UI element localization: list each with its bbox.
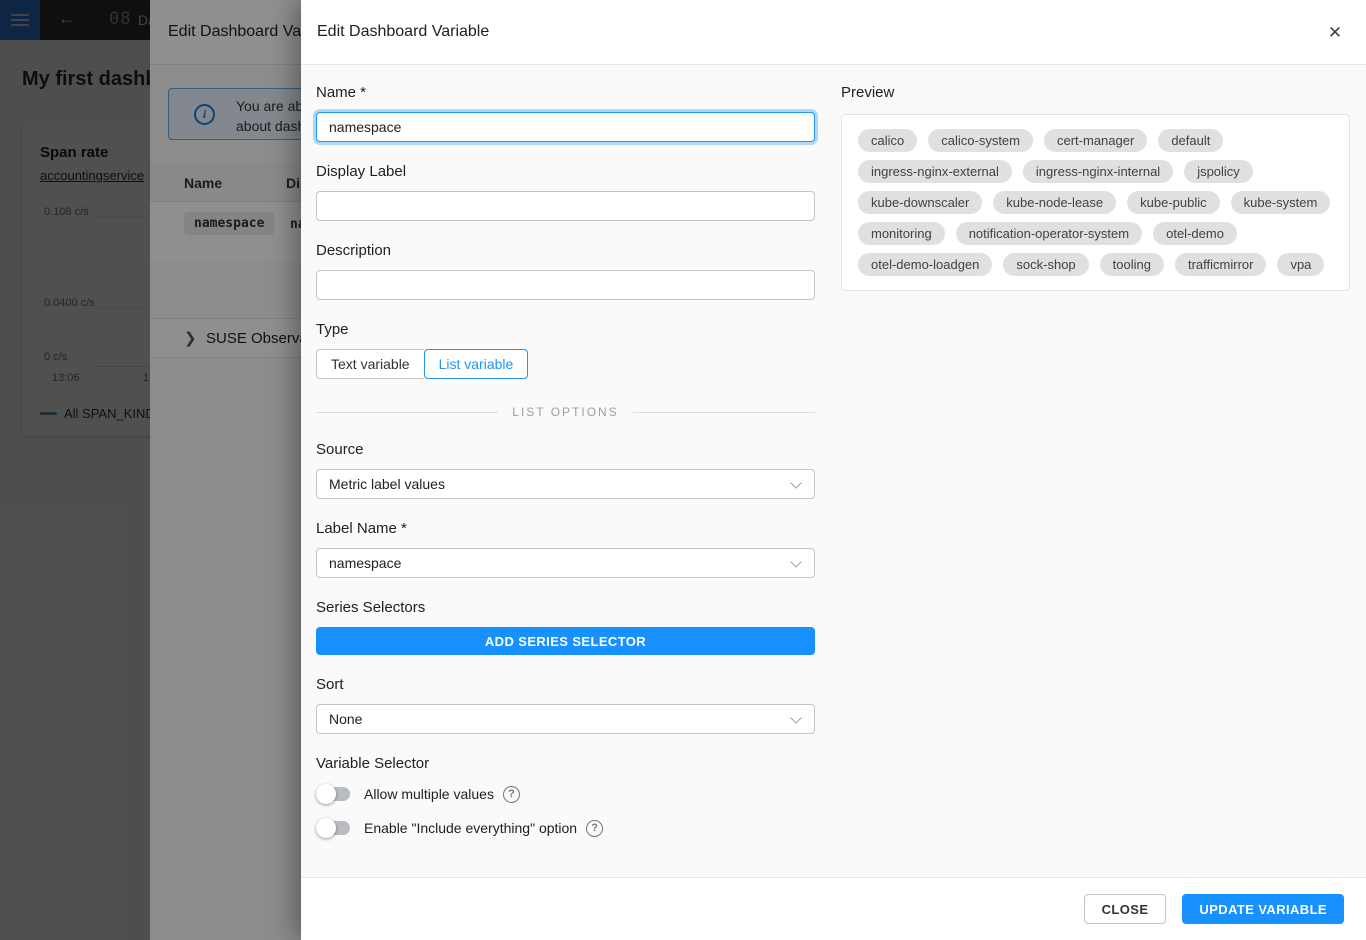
list-options-divider: LIST OPTIONS <box>316 405 815 419</box>
close-icon[interactable]: ✕ <box>1322 20 1348 46</box>
description-input[interactable] <box>316 270 815 300</box>
preview-chip: otel-demo <box>1153 222 1237 245</box>
sort-select[interactable]: None <box>316 704 815 734</box>
update-variable-button[interactable]: UPDATE VARIABLE <box>1182 894 1344 924</box>
label-name-value: namespace <box>329 555 401 571</box>
label-name-select[interactable]: namespace <box>316 548 815 578</box>
variable-form: Name * Display Label Description Type Te… <box>301 65 816 877</box>
edit-variable-modal: Edit Dashboard Variable ✕ Name * Display… <box>301 0 1366 940</box>
sort-label: Sort <box>316 676 816 693</box>
allow-multiple-values-row: Allow multiple values ? <box>316 783 816 805</box>
allow-multiple-values-label: Allow multiple values <box>364 786 494 802</box>
help-icon[interactable]: ? <box>503 786 520 803</box>
modal-footer: CLOSE UPDATE VARIABLE <box>301 877 1366 940</box>
preview-section: Preview calico calico-system cert-manage… <box>816 65 1366 877</box>
preview-card: calico calico-system cert-manager defaul… <box>841 114 1350 291</box>
enable-include-everything-toggle[interactable] <box>316 818 350 838</box>
source-label: Source <box>316 441 816 458</box>
preview-chip: kube-downscaler <box>858 191 982 214</box>
description-label: Description <box>316 242 816 259</box>
preview-chip: calico-system <box>928 129 1033 152</box>
preview-chip: default <box>1158 129 1223 152</box>
preview-chip: trafficmirror <box>1175 253 1266 276</box>
preview-chip: jspolicy <box>1184 160 1253 183</box>
text-variable-button[interactable]: Text variable <box>316 349 424 379</box>
preview-chip: sock-shop <box>1003 253 1088 276</box>
enable-include-everything-row: Enable "Include everything" option ? <box>316 817 816 839</box>
modal-title: Edit Dashboard Variable <box>317 23 489 41</box>
chevron-down-icon <box>790 477 801 488</box>
type-label: Type <box>316 321 816 338</box>
label-name-label: Label Name * <box>316 520 816 537</box>
modal-header: Edit Dashboard Variable ✕ <box>301 0 1366 65</box>
name-input[interactable] <box>316 112 815 142</box>
preview-chip: otel-demo-loadgen <box>858 253 992 276</box>
preview-chip: monitoring <box>858 222 945 245</box>
preview-chip: kube-system <box>1231 191 1331 214</box>
type-toggle-group: Text variable List variable <box>316 349 816 379</box>
preview-chip: notification-operator-system <box>956 222 1142 245</box>
preview-chip: vpa <box>1277 253 1324 276</box>
series-selectors-label: Series Selectors <box>316 599 816 616</box>
name-label: Name * <box>316 84 816 101</box>
help-icon[interactable]: ? <box>586 820 603 837</box>
preview-chip: ingress-nginx-external <box>858 160 1012 183</box>
chevron-down-icon <box>790 712 801 723</box>
list-variable-button[interactable]: List variable <box>424 349 529 379</box>
preview-chip: cert-manager <box>1044 129 1147 152</box>
preview-label: Preview <box>841 84 1350 101</box>
preview-chip: kube-node-lease <box>993 191 1116 214</box>
source-value: Metric label values <box>329 476 445 492</box>
allow-multiple-values-toggle[interactable] <box>316 784 350 804</box>
preview-chip: ingress-nginx-internal <box>1023 160 1173 183</box>
sort-value: None <box>329 711 362 727</box>
display-label-input[interactable] <box>316 191 815 221</box>
modal-body: Name * Display Label Description Type Te… <box>301 65 1366 877</box>
preview-chip: kube-public <box>1127 191 1220 214</box>
display-label-label: Display Label <box>316 163 816 180</box>
source-select[interactable]: Metric label values <box>316 469 815 499</box>
list-options-label: LIST OPTIONS <box>498 405 632 419</box>
variable-selector-label: Variable Selector <box>316 755 816 772</box>
chevron-down-icon <box>790 556 801 567</box>
close-button[interactable]: CLOSE <box>1084 894 1167 924</box>
enable-include-everything-label: Enable "Include everything" option <box>364 820 577 836</box>
preview-chip: calico <box>858 129 917 152</box>
preview-chip: tooling <box>1100 253 1164 276</box>
add-series-selector-button[interactable]: ADD SERIES SELECTOR <box>316 627 815 655</box>
